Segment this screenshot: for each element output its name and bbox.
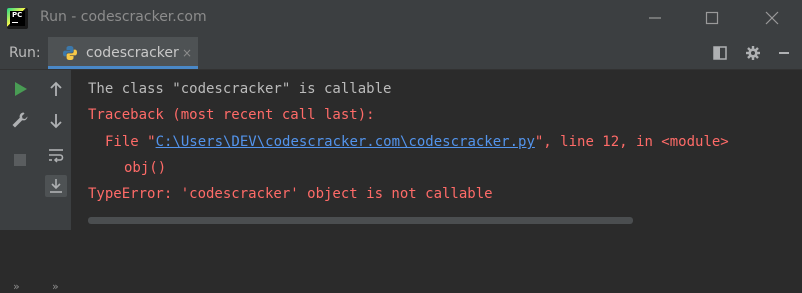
rerun-icon[interactable] [11,80,29,98]
tab-label: codescracker [86,45,179,61]
python-icon [62,45,78,61]
more-tools-left-icon[interactable]: » [13,280,20,293]
hide-panel-icon[interactable] [776,45,792,61]
scroll-to-end-icon[interactable] [45,175,67,197]
error-message: TypeError: 'codescracker' object is not … [88,186,493,202]
run-tab-bar: Run: codescracker × [0,37,802,70]
down-arrow-icon[interactable] [47,112,65,130]
traceback-file-line: File "C:\Users\DEV\codescracker.com\code… [105,134,729,150]
layout-icon[interactable] [712,45,728,61]
minimize-button[interactable] [645,8,665,28]
tab-codescracker[interactable]: codescracker × [48,37,198,69]
close-button[interactable] [762,8,782,28]
traceback-header: Traceback (most recent call last): [88,107,375,123]
pycharm-logo-icon: PC [7,8,28,29]
maximize-button[interactable] [702,8,722,28]
traceback-code-line: obj() [124,160,167,176]
up-arrow-icon[interactable] [47,80,65,98]
gear-icon[interactable] [745,45,761,61]
run-label: Run: [9,45,41,61]
horizontal-scrollbar[interactable] [88,217,633,224]
left-toolbar: » [0,70,42,293]
more-tools-right-icon[interactable]: » [52,280,59,293]
tab-close-icon[interactable]: × [182,46,192,60]
wrench-icon[interactable] [11,111,29,129]
stop-icon[interactable] [11,151,29,169]
file-path-link[interactable]: C:\Users\DEV\codescracker.com\codescrack… [156,134,535,150]
output-line: The class "codescracker" is callable [88,81,392,97]
title-bar: PC Run - codescracker.com [0,0,802,37]
soft-wrap-icon[interactable] [47,146,65,164]
console-output: The class "codescracker" is callable Tra… [72,70,802,230]
console-toolbar: » [41,70,72,293]
window-title: Run - codescracker.com [40,9,207,25]
